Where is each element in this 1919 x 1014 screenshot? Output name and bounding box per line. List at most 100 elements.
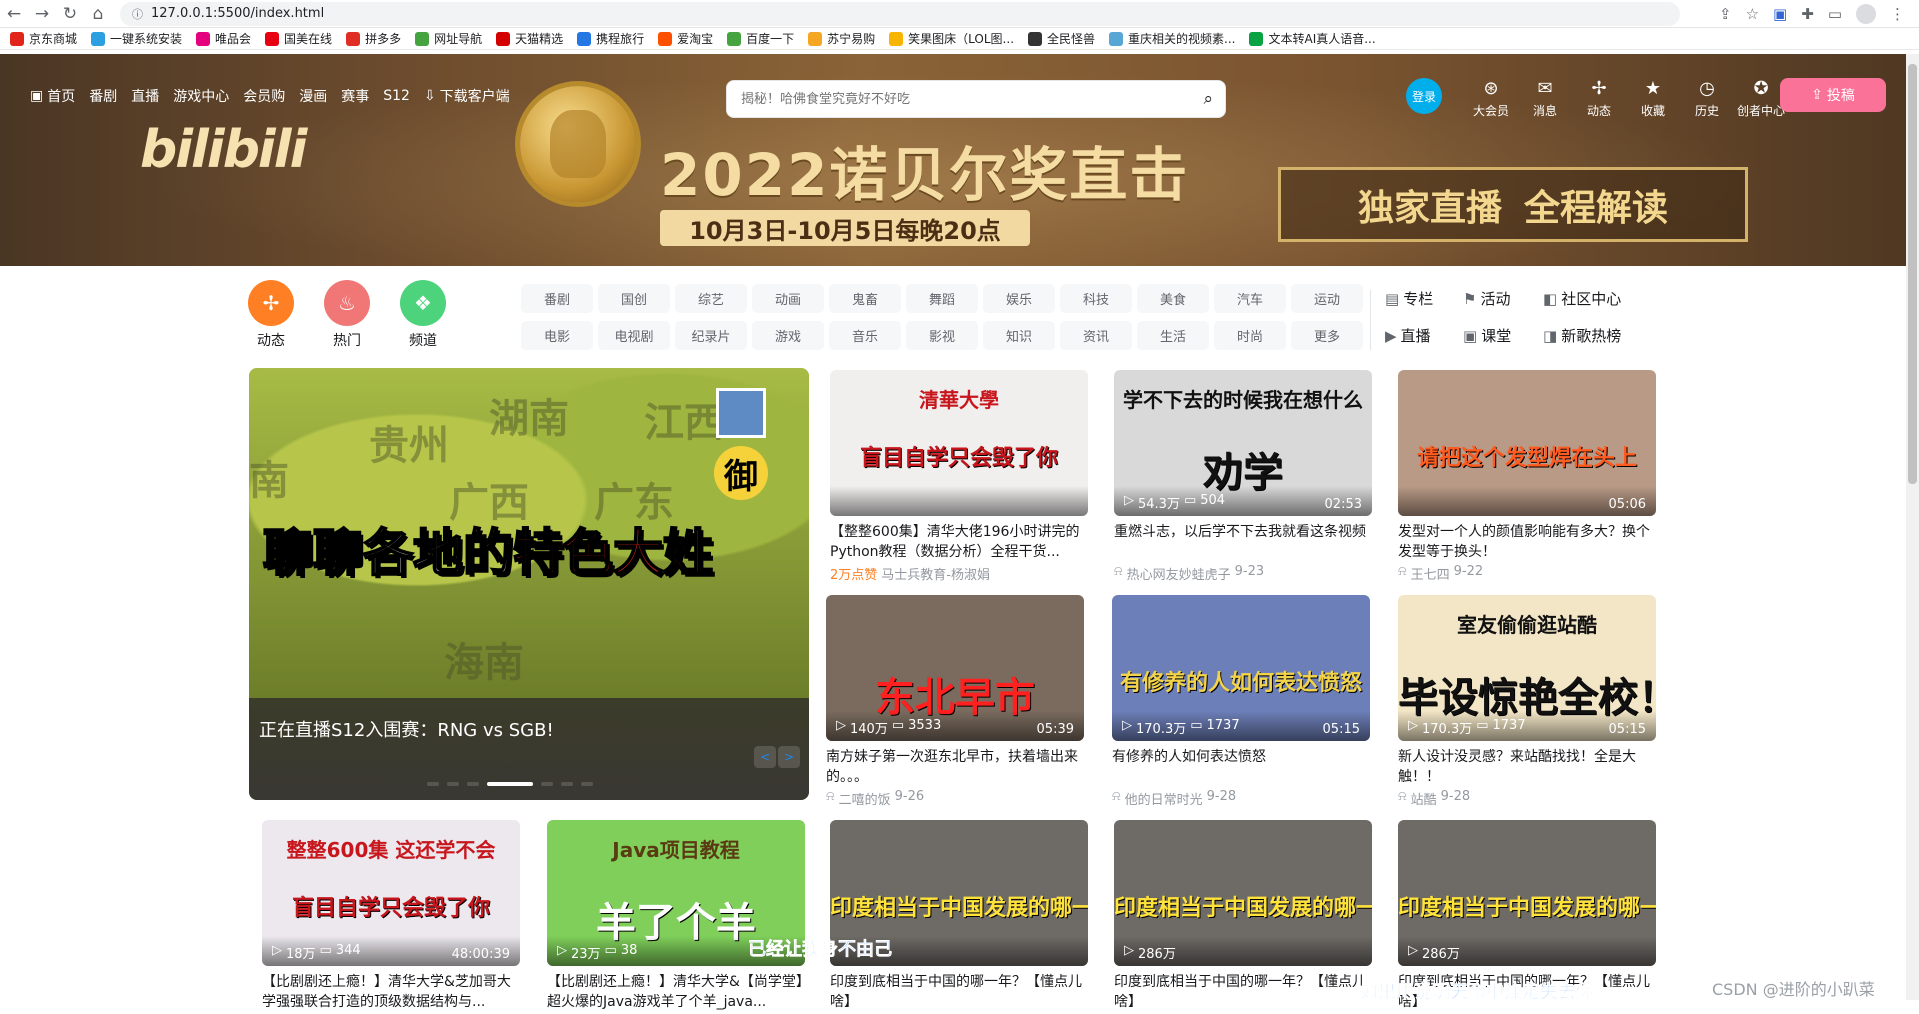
video-title[interactable]: 【整整600集】清华大佬196小时讲完的Python教程（数据分析）全程干货..…	[830, 522, 1088, 562]
category-tag[interactable]: 电视剧	[598, 321, 670, 350]
side-link[interactable]: ▣ 课堂	[1463, 321, 1543, 350]
extensions-icon[interactable]: ✚	[1801, 5, 1814, 23]
category-tag[interactable]: 时尚	[1214, 321, 1286, 350]
uploader-name[interactable]: 站酷	[1411, 789, 1437, 808]
uploader-name[interactable]: 他的日常时光	[1125, 789, 1203, 808]
forward-icon[interactable]: →	[28, 0, 56, 28]
category-tag[interactable]: 知识	[983, 321, 1055, 350]
channel-item[interactable]: ✢ 动态	[248, 280, 294, 350]
home-icon[interactable]: ⌂	[84, 0, 112, 28]
category-tag[interactable]: 国创	[598, 284, 670, 313]
category-tag[interactable]: 更多	[1291, 321, 1363, 350]
category-tag[interactable]: 娱乐	[983, 284, 1055, 313]
video-card[interactable]: 学不下去的时候我在想什么 劝学 ▷ 54.3万 ▭ 504 02:53 重燃斗志，以后学不下去…	[1114, 370, 1372, 583]
bilibili-logo[interactable]: bilibili	[140, 120, 307, 180]
video-title[interactable]: 发型对一个人的颜值影响能有多大？换个发型等于换头！	[1398, 522, 1656, 562]
category-tag[interactable]: 鬼畜	[829, 284, 901, 313]
header-nav-item[interactable]: ✉ 消息	[1518, 78, 1572, 119]
carousel-dot[interactable]	[447, 782, 459, 786]
video-thumbnail[interactable]: 室友偷偷逛站酷 毕设惊艳全校！ ▷ 170.3万 ▭ 1737 05:15	[1398, 595, 1656, 741]
header-nav-item[interactable]: ★ 收藏	[1626, 78, 1680, 119]
category-tag[interactable]: 电影	[521, 321, 593, 350]
header-nav-item[interactable]: ✢ 动态	[1572, 78, 1626, 119]
category-tag[interactable]: 汽车	[1214, 284, 1286, 313]
carousel-next-icon[interactable]: >	[778, 746, 800, 768]
sidepanel-icon[interactable]: ▭	[1828, 5, 1842, 23]
video-card[interactable]: Java项目教程 羊了个羊 ▷ 23万 ▭ 38 【比剧剧还上瘾！】清华大学&【尚学堂】超火…	[547, 820, 805, 1014]
carousel-dot[interactable]	[467, 782, 479, 786]
uploader-name[interactable]: 王七四	[1411, 564, 1450, 583]
category-tag[interactable]: 番剧	[521, 284, 593, 313]
carousel-dot-active[interactable]	[487, 782, 533, 786]
profile-icon[interactable]	[1856, 4, 1876, 24]
category-tag[interactable]: 科技	[1060, 284, 1132, 313]
video-thumbnail[interactable]: 印度相当于中国发展的哪一年? ▷ 286万	[1398, 820, 1656, 966]
reload-icon[interactable]: ↻	[56, 0, 84, 28]
side-link[interactable]: ▶ 直播	[1385, 321, 1463, 350]
uploader-name[interactable]: 热心网友妙蛙虎子	[1127, 564, 1231, 583]
bookmark-item[interactable]: 百度一下	[727, 30, 794, 47]
star-icon[interactable]: ☆	[1746, 5, 1759, 23]
category-tag[interactable]: 美食	[1137, 284, 1209, 313]
carousel-dot[interactable]	[541, 782, 553, 786]
bookmark-item[interactable]: 全民怪兽	[1028, 30, 1095, 47]
bookmark-item[interactable]: 携程旅行	[577, 30, 644, 47]
category-tag[interactable]: 资讯	[1060, 321, 1132, 350]
bookmark-item[interactable]: 一键系统安装	[91, 30, 182, 47]
video-card[interactable]: 室友偷偷逛站酷 毕设惊艳全校！ ▷ 170.3万 ▭ 1737 05:15 新人设计没灵感？来…	[1398, 595, 1656, 808]
address-bar[interactable]: ⓘ 127.0.0.1:5500/index.html	[120, 1, 1680, 26]
category-tag[interactable]: 纪录片	[675, 321, 747, 350]
nav-item[interactable]: ⇩ 下载客户端	[424, 86, 510, 106]
side-link[interactable]: ◧ 社区中心	[1543, 284, 1643, 313]
channel-item[interactable]: ❖ 频道	[400, 280, 446, 350]
bookmark-item[interactable]: 天猫精选	[496, 30, 563, 47]
upload-button[interactable]: ⇪ 投稿	[1780, 78, 1886, 112]
nav-item[interactable]: 番剧	[89, 86, 117, 106]
bookmark-item[interactable]: 网址导航	[415, 30, 482, 47]
header-nav-item[interactable]: ◷ 历史	[1680, 78, 1734, 119]
side-link[interactable]: ◨ 新歌热榜	[1543, 321, 1643, 350]
bookmark-item[interactable]: 笑果图床（LOL图...	[889, 30, 1014, 47]
nav-item[interactable]: 赛事	[341, 86, 369, 106]
search-icon[interactable]: ⌕	[1203, 89, 1213, 109]
login-button[interactable]: 登录	[1406, 78, 1442, 114]
category-tag[interactable]: 动画	[752, 284, 824, 313]
carousel-dot[interactable]	[581, 782, 593, 786]
scrollbar-thumb[interactable]	[1908, 64, 1917, 484]
video-title[interactable]: 印度到底相当于中国的哪一年？【懂点儿啥】	[830, 972, 1088, 1012]
category-tag[interactable]: 游戏	[752, 321, 824, 350]
carousel-dot[interactable]	[561, 782, 573, 786]
carousel-dot[interactable]	[427, 782, 439, 786]
nav-item[interactable]: 直播	[131, 86, 159, 106]
video-card[interactable]: 东北早市 ▷ 140万 ▭ 3533 05:39 南方妹子第一次逛东北早市，扶着墙出来的。。…	[826, 595, 1084, 808]
bookmark-item[interactable]: 重庆相关的视频素...	[1109, 30, 1235, 47]
back-icon[interactable]: ←	[0, 0, 28, 28]
category-tag[interactable]: 综艺	[675, 284, 747, 313]
info-icon[interactable]: ⓘ	[132, 6, 143, 22]
extension-app-icon[interactable]: ▣	[1773, 5, 1787, 23]
bookmark-item[interactable]: 国美在线	[265, 30, 332, 47]
video-title[interactable]: 【比剧剧还上瘾！】清华大学&【尚学堂】超火爆的Java游戏羊了个羊_java..…	[547, 972, 805, 1012]
nav-item[interactable]: 漫画	[299, 86, 327, 106]
carousel-caption[interactable]: 正在直播S12入围赛：RNG vs SGB!	[259, 716, 554, 742]
nav-item[interactable]: 会员购	[243, 86, 285, 106]
video-thumbnail[interactable]: 有修养的人如何表达愤怒 ▷ 170.3万 ▭ 1737 05:15	[1112, 595, 1370, 741]
video-thumbnail[interactable]: 东北早市 ▷ 140万 ▭ 3533 05:39	[826, 595, 1084, 741]
video-title[interactable]: 新人设计没灵感？来站酷找找！全是大触！！	[1398, 747, 1656, 787]
video-card[interactable]: 印度相当于中国发展的哪一年? ▷ 286万印度到底相当于中国的哪一年？【懂点儿啥】	[1114, 820, 1372, 1014]
bookmark-item[interactable]: 拼多多	[346, 30, 401, 47]
bookmark-item[interactable]: 文本转AI真人语音...	[1249, 30, 1376, 47]
video-title[interactable]: 重燃斗志，以后学不下去我就看这条视频	[1114, 522, 1372, 562]
nav-item[interactable]: ▣ 首页	[30, 86, 75, 106]
video-card[interactable]: 有修养的人如何表达愤怒 ▷ 170.3万 ▭ 1737 05:15 有修养的人如何表达愤怒 ⍾…	[1112, 595, 1370, 808]
video-thumbnail[interactable]: 清華大學 盲目自学只会毁了你	[830, 370, 1088, 516]
bookmark-item[interactable]: 唯品会	[196, 30, 251, 47]
header-nav-item[interactable]: ⊛ 大会员	[1464, 78, 1518, 119]
bookmark-item[interactable]: 京东商城	[10, 30, 77, 47]
bookmark-item[interactable]: 爱淘宝	[658, 30, 713, 47]
video-card[interactable]: 请把这个发型焊在头上 05:06 发型对一个人的颜值影响能有多大？换个发型等于换头！…	[1398, 370, 1656, 583]
video-card[interactable]: 印度相当于中国发展的哪一年? 印度到底相当于中国的哪一年？【懂点儿啥】	[830, 820, 1088, 1014]
share-icon[interactable]: ⇪	[1719, 5, 1732, 23]
search-input[interactable]	[739, 90, 1204, 108]
video-thumbnail[interactable]: 学不下去的时候我在想什么 劝学 ▷ 54.3万 ▭ 504 02:53	[1114, 370, 1372, 516]
